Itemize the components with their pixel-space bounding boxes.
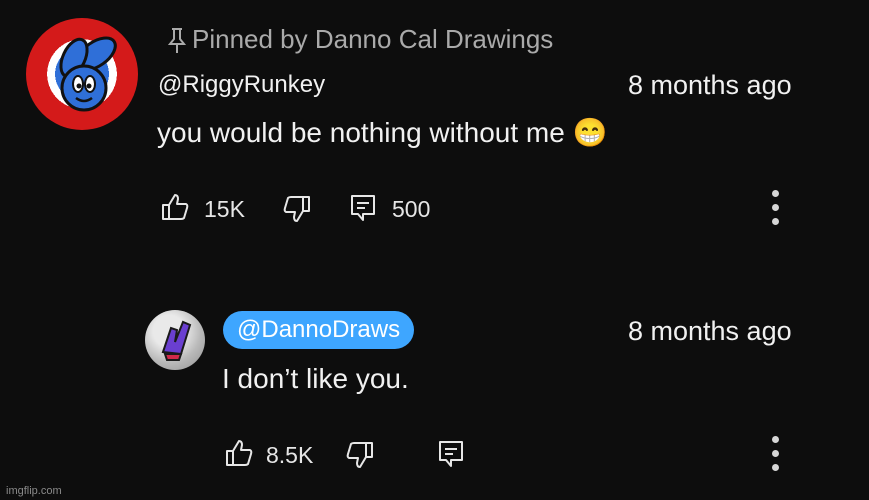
comment-icon[interactable]	[437, 439, 465, 469]
comment-timestamp[interactable]: 8 months ago	[628, 70, 792, 101]
reply-timestamp[interactable]: 8 months ago	[628, 316, 792, 347]
avatar-dannodraws[interactable]	[145, 310, 205, 370]
like-count: 15K	[204, 196, 245, 222]
avatar-image	[161, 320, 192, 361]
more-options-icon[interactable]	[772, 190, 780, 232]
pinned-label: Pinned by Danno Cal Drawings	[192, 24, 554, 54]
like-icon[interactable]	[160, 192, 190, 222]
comment-icon[interactable]	[349, 193, 377, 223]
dislike-icon[interactable]	[345, 440, 375, 470]
reply-author[interactable]: @DannoDraws	[223, 311, 415, 349]
more-options-icon[interactable]	[772, 436, 780, 478]
reply-count[interactable]: 500	[392, 196, 430, 223]
dislike-icon[interactable]	[282, 194, 312, 224]
avatar-riggyrunkey[interactable]	[26, 18, 138, 130]
pinned-indicator: Pinned by Danno Cal Drawings	[166, 24, 553, 55]
comment-author[interactable]: @RiggyRunkey	[158, 71, 325, 99]
reply-text: I don’t like you.	[222, 363, 409, 394]
comment-text: you would be nothing without me 😁	[157, 117, 608, 148]
avatar-image	[59, 36, 117, 112]
watermark: imgflip.com	[6, 485, 62, 497]
like-icon[interactable]	[224, 438, 254, 468]
like-count: 8.5K	[266, 442, 314, 468]
pin-icon	[167, 27, 187, 53]
